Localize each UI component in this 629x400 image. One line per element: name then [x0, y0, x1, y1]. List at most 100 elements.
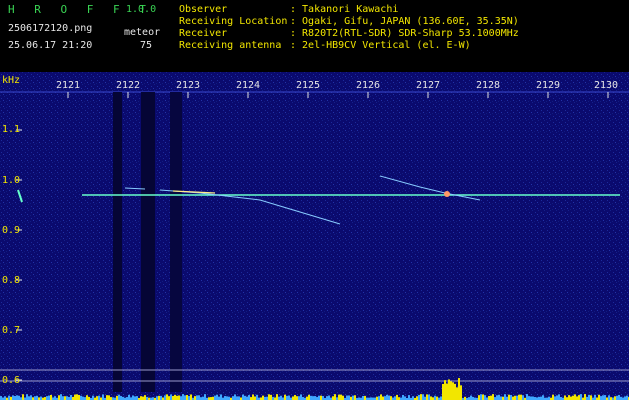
level-bar — [50, 394, 52, 400]
time-tick-2125: 2125 — [296, 80, 321, 91]
level-bar — [542, 395, 544, 400]
level-bar — [180, 396, 182, 400]
level-bar — [420, 394, 422, 400]
level-bar — [74, 394, 76, 400]
level-bar — [176, 395, 178, 400]
level-bar — [480, 394, 482, 400]
level-bar — [226, 396, 228, 400]
level-bar — [102, 394, 104, 400]
dropout-band-1 — [113, 92, 122, 392]
level-bar — [458, 378, 460, 400]
level-bar — [14, 396, 16, 400]
level-bar — [22, 394, 24, 400]
level-bar — [296, 396, 298, 400]
level-bar — [528, 396, 530, 400]
level-bar — [246, 396, 248, 400]
level-bar — [60, 394, 62, 400]
level-bar — [352, 395, 354, 400]
level-bar — [86, 395, 88, 400]
level-bar — [338, 394, 340, 400]
level-bar — [0, 396, 2, 400]
level-bar — [434, 395, 436, 400]
level-bar — [532, 396, 534, 400]
time-tick-2129: 2129 — [536, 80, 561, 91]
level-bar — [36, 395, 38, 400]
level-bar — [66, 396, 68, 400]
time-tick-2124: 2124 — [236, 80, 261, 91]
level-bar — [312, 396, 314, 400]
level-bar — [158, 395, 160, 400]
level-bar — [404, 396, 406, 400]
meteor-head-echo — [444, 191, 450, 197]
level-bar — [354, 395, 356, 400]
level-bar — [600, 396, 602, 400]
level-bar — [408, 395, 410, 400]
level-bar — [168, 396, 170, 400]
level-bar — [96, 396, 98, 400]
level-bar — [568, 395, 570, 400]
level-bar — [556, 395, 558, 400]
level-bar — [624, 396, 626, 400]
time-tick-2130: 2130 — [594, 80, 619, 91]
time-tick-2127: 2127 — [416, 80, 441, 91]
level-bar — [142, 396, 144, 400]
level-bar — [554, 396, 556, 400]
level-bar — [294, 394, 296, 400]
level-bar — [220, 394, 222, 400]
level-bar — [252, 394, 254, 400]
level-bar — [348, 395, 350, 400]
level-bar — [198, 395, 200, 400]
level-bar — [30, 395, 32, 400]
observer-value: : Takanori Kawachi — [290, 4, 399, 15]
level-bar — [416, 396, 418, 400]
level-bar — [402, 394, 404, 400]
level-bar — [516, 395, 518, 400]
level-bar — [300, 394, 302, 400]
level-bar — [278, 396, 280, 400]
level-bar — [128, 394, 130, 400]
freq-tick-0-9: 0.9 — [2, 225, 21, 236]
level-bar — [166, 394, 168, 400]
level-bar — [62, 396, 64, 400]
level-bar — [446, 383, 448, 400]
level-bar — [254, 396, 256, 400]
level-bar — [326, 396, 328, 400]
level-bar — [492, 394, 494, 400]
level-bar — [412, 396, 414, 400]
level-bar — [80, 395, 82, 400]
level-bar — [552, 394, 554, 400]
level-bar — [488, 395, 490, 400]
level-bar — [440, 396, 442, 400]
level-bar — [48, 395, 50, 400]
level-bar — [604, 395, 606, 400]
level-bar — [518, 394, 520, 400]
time-tick-2123: 2123 — [176, 80, 201, 91]
spectrogram-canvas — [0, 72, 629, 400]
freq-tick-1-0: 1.0 — [2, 175, 21, 186]
level-bar — [578, 395, 580, 400]
level-bar — [280, 395, 282, 400]
time-tick-2122: 2122 — [116, 80, 141, 91]
level-bar — [500, 396, 502, 400]
level-bar — [4, 396, 6, 400]
level-bar — [574, 394, 576, 400]
spectrogram-background — [0, 72, 629, 400]
level-bar — [256, 394, 258, 400]
level-bar — [346, 395, 348, 400]
level-bar — [428, 394, 430, 400]
file-name: 2506172120.png — [8, 23, 93, 34]
level-bar — [320, 395, 322, 400]
time-tick-2126: 2126 — [356, 80, 381, 91]
level-bar — [244, 395, 246, 400]
level-bar — [64, 396, 66, 400]
observer-label: Observer — [179, 4, 228, 15]
level-bar — [436, 396, 438, 400]
level-bar — [394, 396, 396, 400]
level-bar — [454, 383, 456, 400]
level-bar — [448, 379, 450, 400]
level-bar — [512, 396, 514, 400]
level-bar — [108, 395, 110, 400]
level-bar — [530, 396, 532, 400]
level-bar — [186, 394, 188, 400]
level-bar — [132, 395, 134, 400]
